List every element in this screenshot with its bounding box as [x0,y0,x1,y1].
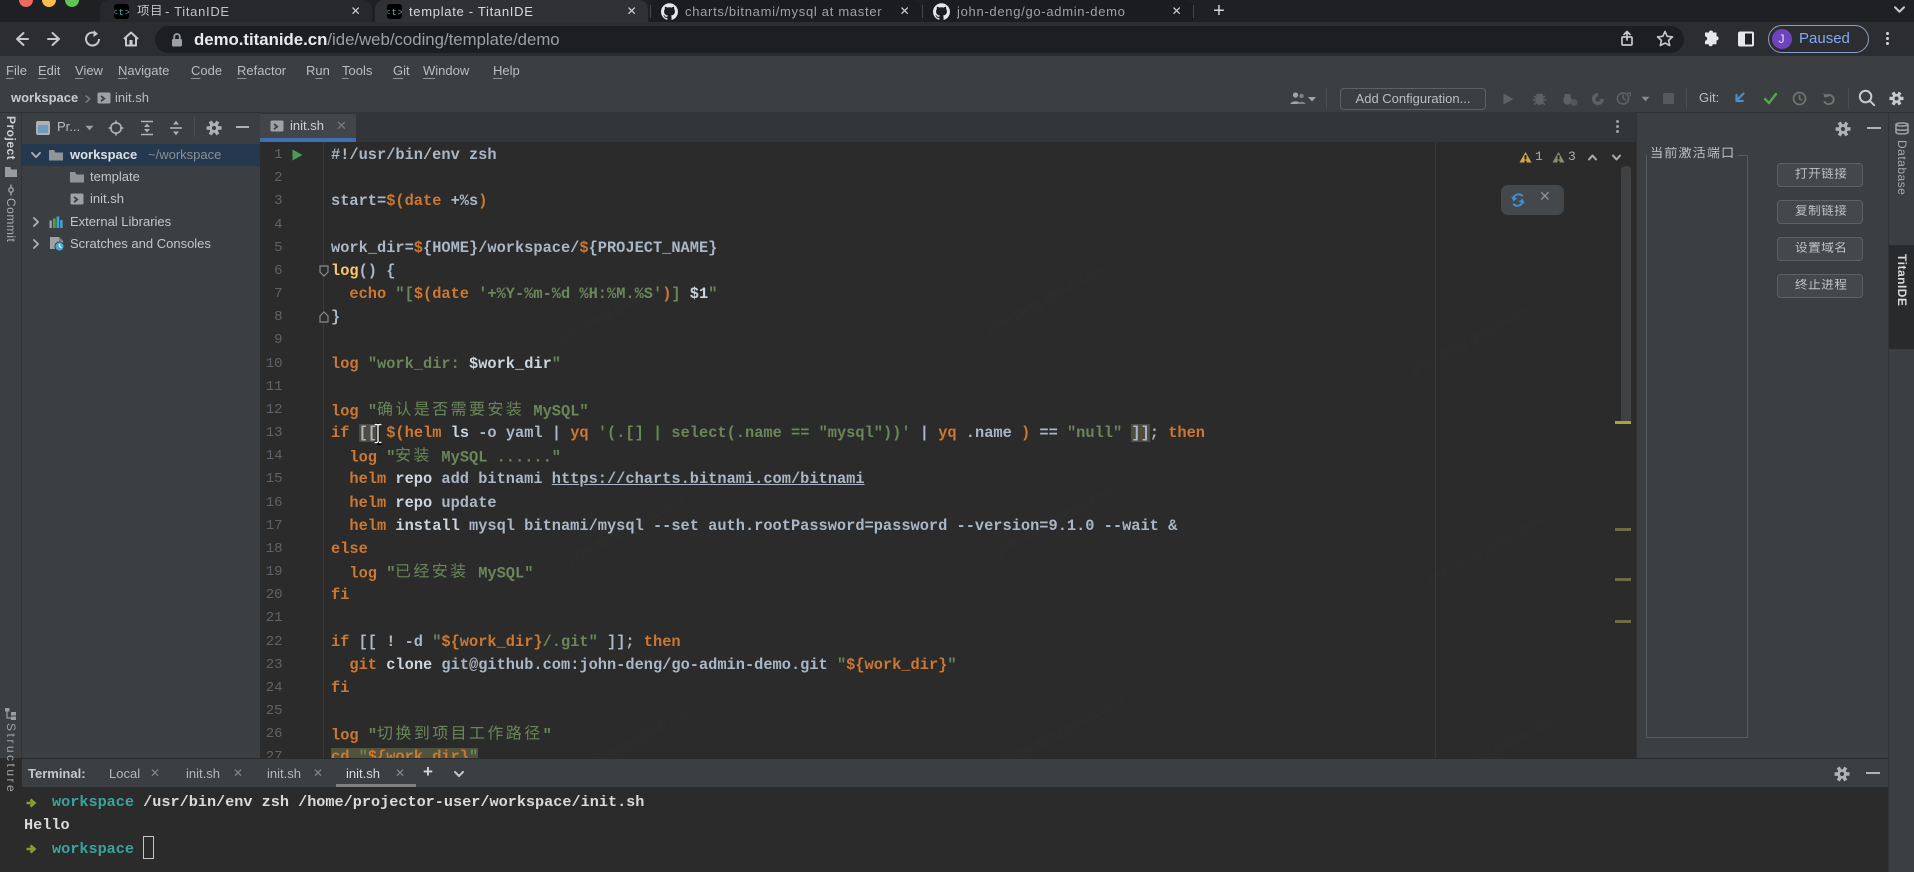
svg-text:<t>: <t> [387,6,402,17]
svg-text:<t>: <t> [114,6,129,17]
